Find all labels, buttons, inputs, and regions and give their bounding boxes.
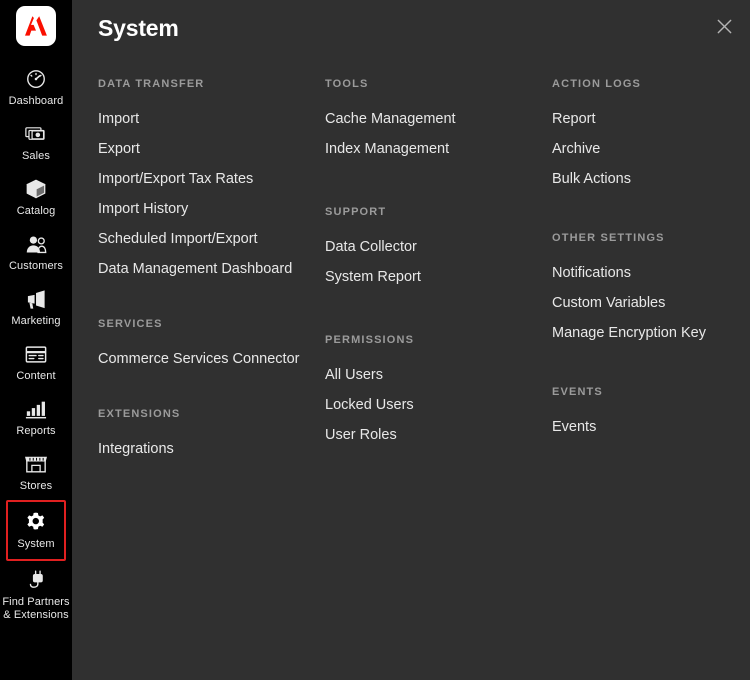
- money-stack-icon: [25, 122, 48, 146]
- sidebar-item-dashboard[interactable]: Dashboard: [0, 60, 72, 115]
- menu-group-action-logs: Action Logs Report Archive Bulk Actions: [552, 78, 750, 194]
- menu-group-extensions: Extensions Integrations: [98, 408, 325, 464]
- close-icon[interactable]: [708, 10, 740, 42]
- menu-link-events[interactable]: Events: [552, 412, 750, 442]
- group-title: Events: [552, 386, 750, 398]
- menu-column-2: Tools Cache Management Index Management …: [325, 78, 552, 498]
- sidebar-item-label: Stores: [20, 480, 52, 493]
- menu-link-data-collector[interactable]: Data Collector: [325, 232, 552, 262]
- sidebar-item-reports[interactable]: Reports: [0, 390, 72, 445]
- sidebar-item-find-partners-extensions[interactable]: Find Partners & Extensions: [0, 561, 72, 629]
- system-menu-screen: Dashboard Sales Catalog: [0, 0, 750, 680]
- gear-icon: [25, 510, 47, 534]
- sidebar-item-stores[interactable]: Stores: [0, 445, 72, 500]
- menu-link-integrations[interactable]: Integrations: [98, 434, 325, 464]
- sidebar-item-label: Dashboard: [9, 95, 64, 108]
- window-layout-icon: [25, 342, 47, 366]
- menu-group-events: Events Events: [552, 386, 750, 442]
- sidebar-item-content[interactable]: Content: [0, 335, 72, 390]
- menu-link-user-roles[interactable]: User Roles: [325, 420, 552, 450]
- menu-group-tools: Tools Cache Management Index Management: [325, 78, 552, 164]
- sidebar-item-label: Reports: [16, 425, 55, 438]
- group-title: Support: [325, 206, 552, 218]
- menu-link-export[interactable]: Export: [98, 134, 325, 164]
- page-title: System: [98, 15, 179, 42]
- sidebar-item-system[interactable]: System: [6, 500, 66, 561]
- menu-column-1: Data Transfer Import Export Import/Expor…: [98, 78, 325, 498]
- menu-link-notifications[interactable]: Notifications: [552, 258, 750, 288]
- sidebar-item-label: System: [17, 538, 54, 551]
- menu-columns: Data Transfer Import Export Import/Expor…: [72, 56, 750, 498]
- group-title: Tools: [325, 78, 552, 90]
- menu-link-all-users[interactable]: All Users: [325, 360, 552, 390]
- sidebar-item-customers[interactable]: Customers: [0, 225, 72, 280]
- plug-icon: [24, 568, 48, 592]
- menu-link-import-history[interactable]: Import History: [98, 194, 325, 224]
- group-title: Extensions: [98, 408, 325, 420]
- sidebar-item-sales[interactable]: Sales: [0, 115, 72, 170]
- menu-link-import-export-tax-rates[interactable]: Import/Export Tax Rates: [98, 164, 325, 194]
- group-title: Data Transfer: [98, 78, 325, 90]
- panel-header: System: [72, 0, 750, 56]
- menu-link-system-report[interactable]: System Report: [325, 262, 552, 292]
- menu-group-support: Support Data Collector System Report: [325, 206, 552, 292]
- box-icon: [25, 177, 47, 201]
- menu-link-locked-users[interactable]: Locked Users: [325, 390, 552, 420]
- group-title: Action Logs: [552, 78, 750, 90]
- menu-link-custom-variables[interactable]: Custom Variables: [552, 288, 750, 318]
- sidebar-item-label: Customers: [9, 260, 63, 273]
- sidebar-item-label: Find Partners & Extensions: [2, 596, 69, 622]
- menu-link-manage-encryption-key[interactable]: Manage Encryption Key: [552, 318, 750, 348]
- sidebar-item-label: Content: [16, 370, 55, 383]
- megaphone-icon: [25, 287, 48, 311]
- gauge-icon: [25, 67, 47, 91]
- sidebar-item-marketing[interactable]: Marketing: [0, 280, 72, 335]
- menu-column-3: Action Logs Report Archive Bulk Actions …: [552, 78, 750, 498]
- menu-group-data-transfer: Data Transfer Import Export Import/Expor…: [98, 78, 325, 284]
- sidebar-item-catalog[interactable]: Catalog: [0, 170, 72, 225]
- menu-link-import[interactable]: Import: [98, 104, 325, 134]
- menu-link-report[interactable]: Report: [552, 104, 750, 134]
- sidebar-item-label: Marketing: [11, 315, 60, 328]
- menu-link-archive[interactable]: Archive: [552, 134, 750, 164]
- sidebar-item-label: Sales: [22, 150, 50, 163]
- storefront-icon: [25, 452, 47, 476]
- menu-link-index-management[interactable]: Index Management: [325, 134, 552, 164]
- main-sidebar: Dashboard Sales Catalog: [0, 0, 72, 680]
- bar-chart-icon: [25, 397, 47, 421]
- menu-link-commerce-services-connector[interactable]: Commerce Services Connector: [98, 344, 325, 374]
- group-title: Services: [98, 318, 325, 330]
- sidebar-item-label: Catalog: [17, 205, 56, 218]
- menu-link-bulk-actions[interactable]: Bulk Actions: [552, 164, 750, 194]
- group-title: Other Settings: [552, 232, 750, 244]
- system-menu-panel: System Data Transfer Import Export Impor…: [72, 0, 750, 680]
- group-title: Permissions: [325, 334, 552, 346]
- adobe-logo-icon[interactable]: [16, 6, 56, 46]
- menu-link-data-management-dashboard[interactable]: Data Management Dashboard: [98, 254, 325, 284]
- menu-group-permissions: Permissions All Users Locked Users User …: [325, 334, 552, 450]
- menu-group-services: Services Commerce Services Connector: [98, 318, 325, 374]
- users-icon: [25, 232, 48, 256]
- menu-group-other-settings: Other Settings Notifications Custom Vari…: [552, 232, 750, 348]
- menu-link-scheduled-import-export[interactable]: Scheduled Import/Export: [98, 224, 325, 254]
- menu-link-cache-management[interactable]: Cache Management: [325, 104, 552, 134]
